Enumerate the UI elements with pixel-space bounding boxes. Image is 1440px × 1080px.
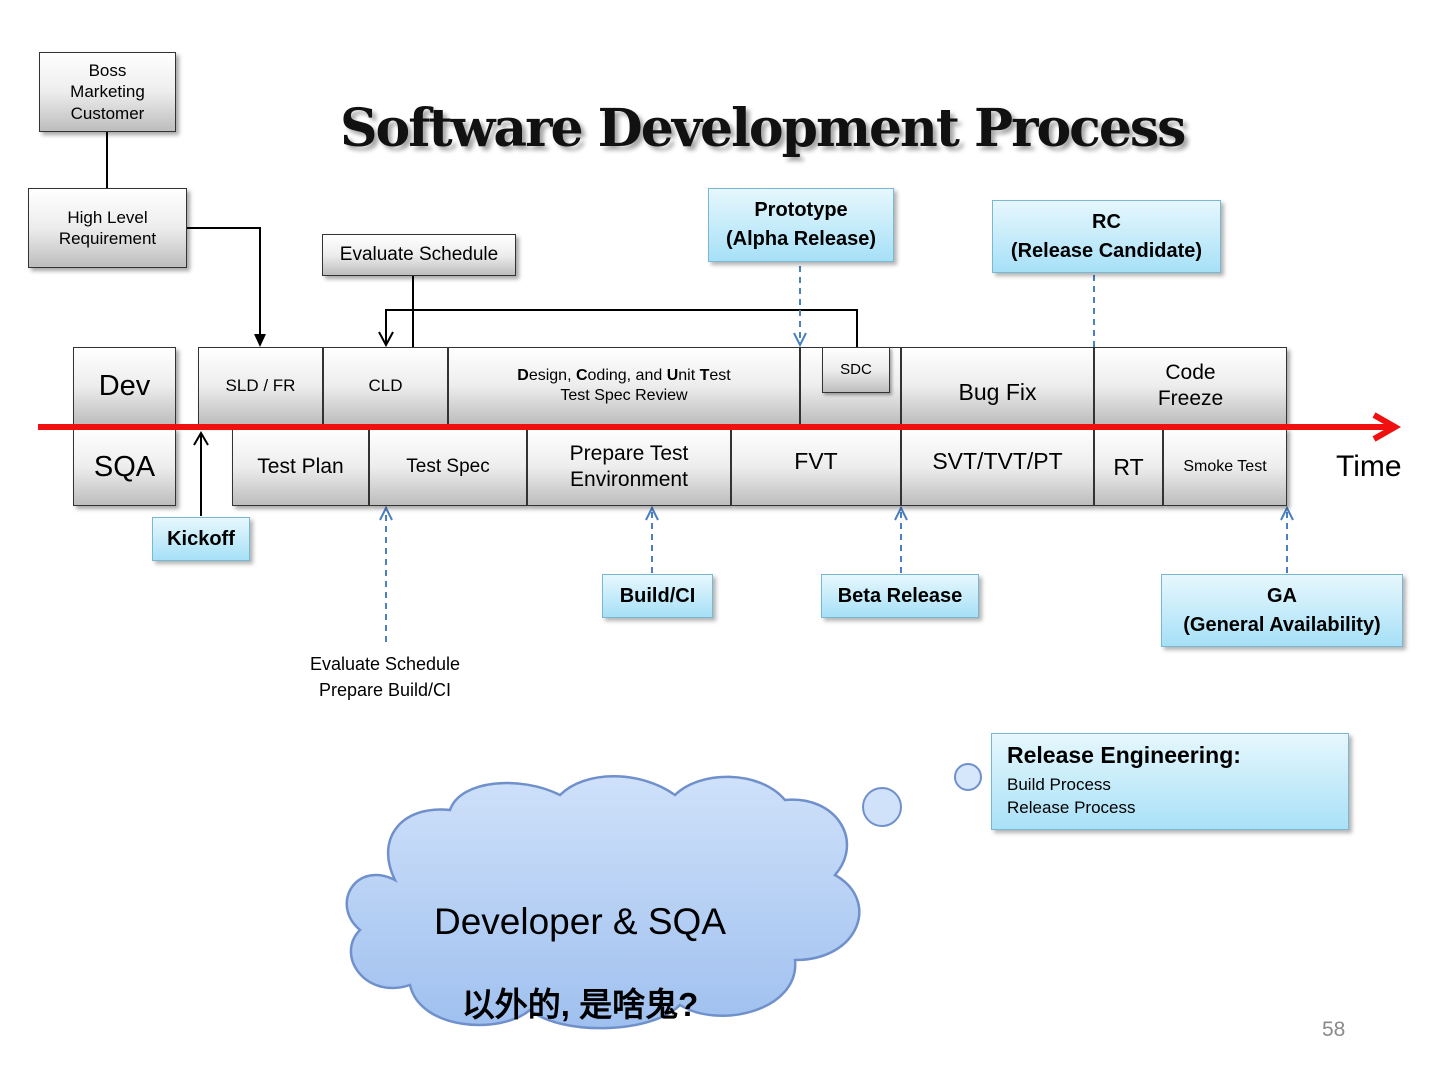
time-axis-label: Time — [1336, 450, 1402, 483]
evaluate-schedule-note: Evaluate Schedule Prepare Build/CI — [309, 654, 461, 701]
design-coding-label: Design, Coding, and Unit Test — [517, 367, 731, 384]
evaluate-schedule-box: Evaluate Schedule — [322, 234, 516, 276]
high-level-requirement-box: High Level Requirement — [28, 188, 187, 268]
sdc-feedback-loop — [385, 309, 858, 347]
release-item-release: Release Process — [1007, 798, 1136, 818]
milestone-general-availability: GA (General Availability) — [1161, 574, 1403, 647]
cloud-line-1: Developer & SQA — [433, 900, 727, 942]
milestone-release-candidate: RC (Release Candidate) — [992, 200, 1221, 273]
stakeholders-box: Boss Marketing Customer — [39, 52, 176, 132]
requirement-arrowhead — [254, 334, 266, 347]
sdc-box: SDC — [822, 347, 890, 393]
milestone-beta-release: Beta Release — [821, 574, 979, 618]
release-engineering-heading: Release Engineering: — [1007, 742, 1241, 768]
test-spec-review-label: Test Spec Review — [560, 387, 688, 404]
thought-bubble-medium — [862, 787, 902, 827]
milestone-prototype: Prototype (Alpha Release) — [708, 188, 894, 262]
release-engineering-box: Release Engineering: Build Process Relea… — [991, 733, 1349, 830]
milestone-build-ci: Build/CI — [602, 574, 713, 618]
cloud-line-2: 以外的, 是啥鬼? — [461, 985, 699, 1023]
release-item-build: Build Process — [1007, 774, 1111, 794]
thought-bubble-small — [954, 763, 982, 791]
requirement-to-sld-arrow — [187, 227, 261, 344]
page-title: Software Development Process — [340, 98, 1186, 159]
page-number: 58 — [1322, 1018, 1346, 1041]
thought-cloud-text: Developer & SQA 以外的, 是啥鬼? — [400, 858, 760, 1066]
cld-arrowhead — [378, 331, 394, 348]
timeline-arrow — [38, 412, 1402, 442]
milestone-kickoff: Kickoff — [152, 517, 250, 561]
